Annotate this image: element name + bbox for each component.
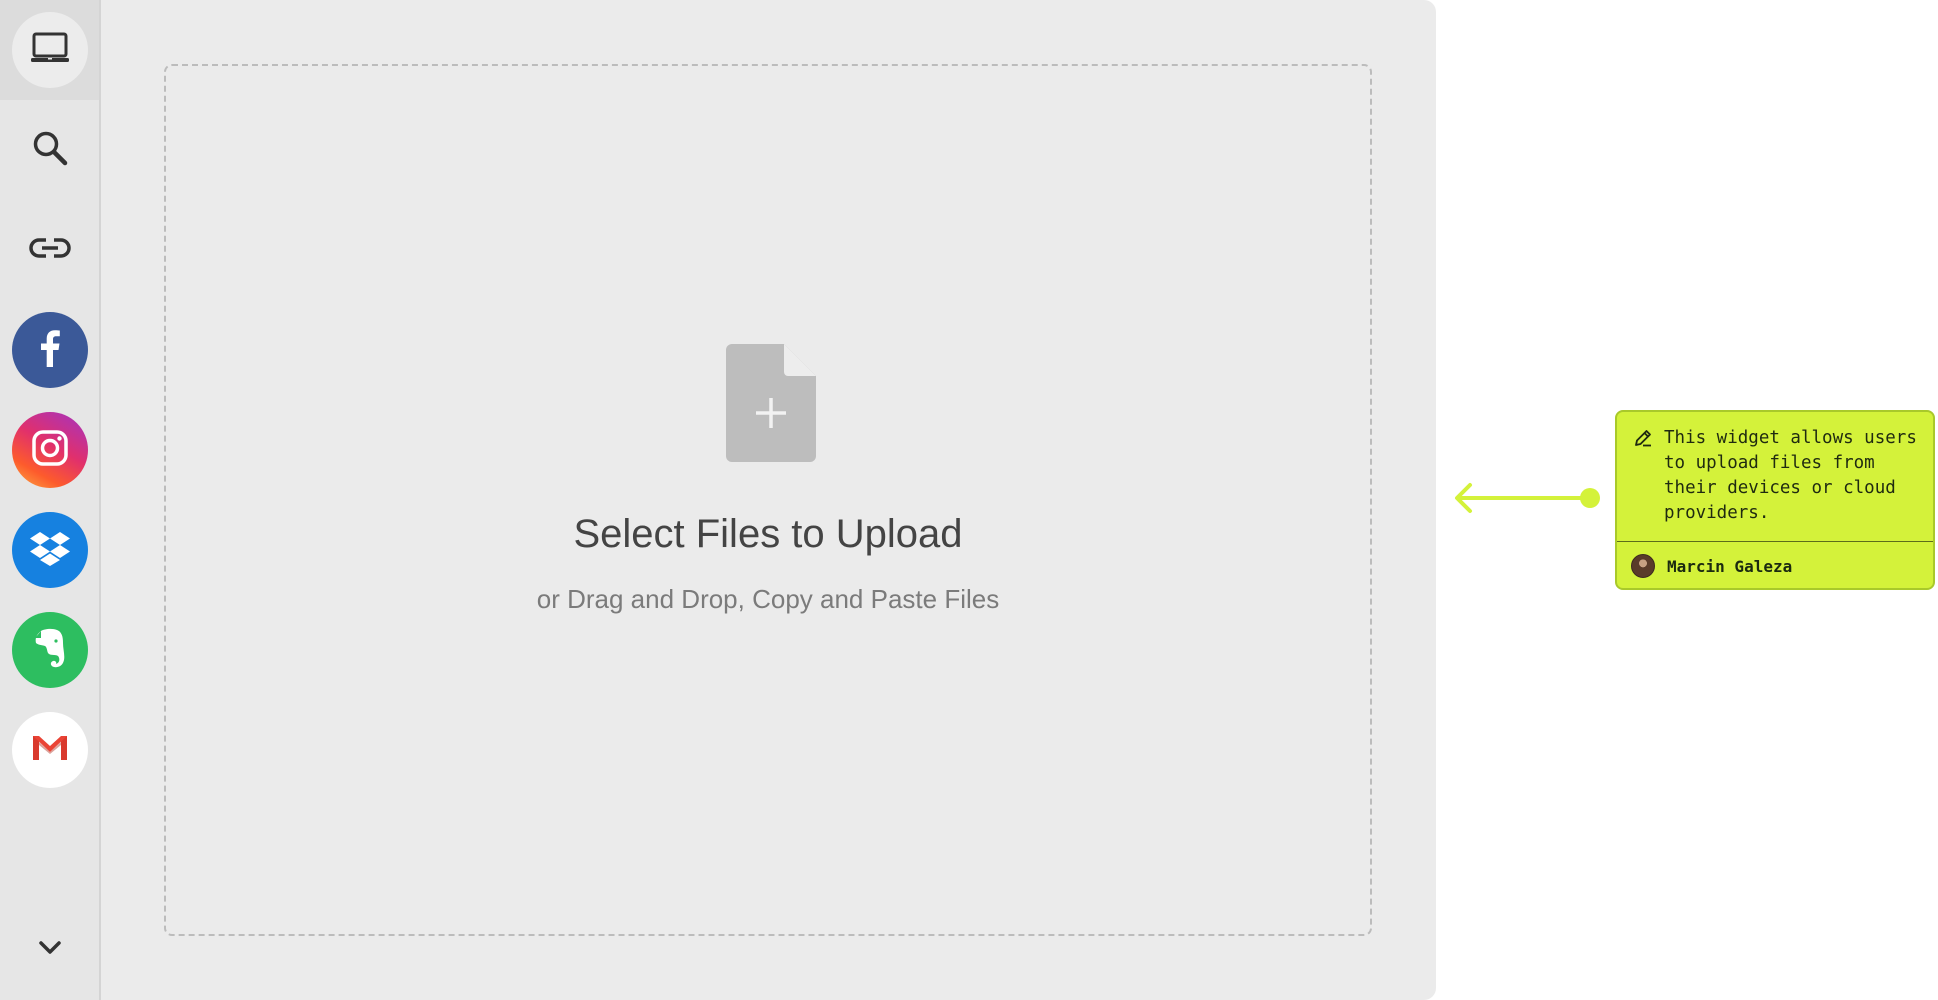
chevron-down-icon — [38, 940, 62, 961]
annotation-footer: Marcin Galeza — [1617, 542, 1933, 590]
evernote-circle — [11, 612, 88, 688]
upload-widget: Select Files to Upload or Drag and Drop,… — [0, 0, 1436, 1000]
search-icon — [31, 129, 69, 172]
sidebar-item-search[interactable] — [0, 100, 99, 200]
annotation-note: This widget allows users to upload files… — [1615, 410, 1935, 590]
dropbox-icon — [29, 530, 70, 571]
annotation-connector-arrow — [1452, 480, 1606, 521]
facebook-circle — [11, 312, 88, 388]
facebook-icon — [39, 329, 61, 372]
avatar — [1631, 554, 1655, 578]
annotation-text: This widget allows users to upload files… — [1664, 428, 1917, 523]
sidebar-item-facebook[interactable] — [0, 300, 99, 400]
sidebar-item-link[interactable] — [0, 200, 99, 300]
instagram-icon — [31, 429, 69, 472]
sidebar-item-gmail[interactable] — [0, 700, 99, 800]
pencil-icon — [1633, 428, 1653, 452]
sidebar-item-evernote[interactable] — [0, 600, 99, 700]
gmail-icon — [32, 734, 68, 767]
evernote-icon — [32, 627, 68, 674]
sidebar-item-circle — [11, 12, 88, 88]
more-sources-button[interactable] — [0, 900, 99, 1000]
sidebar-item-dropbox[interactable] — [0, 500, 99, 600]
dropzone-title: Select Files to Upload — [573, 512, 963, 556]
sidebar-item-instagram[interactable] — [0, 400, 99, 500]
dropzone-subtitle: or Drag and Drop, Copy and Paste Files — [536, 584, 1000, 614]
link-icon — [28, 236, 71, 265]
file-plus-icon — [726, 344, 816, 467]
dropbox-circle — [11, 512, 88, 588]
source-sidebar — [0, 0, 101, 1000]
laptop-icon — [30, 32, 70, 69]
annotation-body: This widget allows users to upload files… — [1617, 412, 1933, 542]
sidebar-item-my-device[interactable] — [0, 0, 99, 100]
annotation-author: Marcin Galeza — [1667, 556, 1793, 576]
file-dropzone[interactable]: Select Files to Upload or Drag and Drop,… — [164, 64, 1372, 936]
instagram-circle — [11, 412, 88, 488]
gmail-circle — [11, 712, 88, 788]
